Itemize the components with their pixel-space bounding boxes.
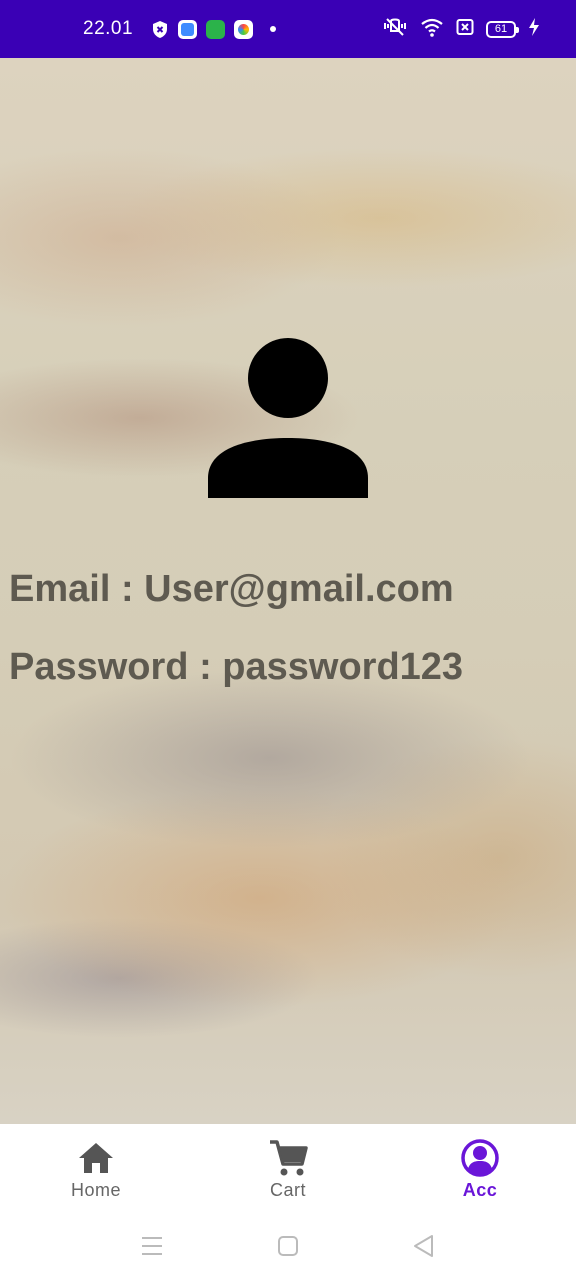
home-square-icon[interactable] (274, 1232, 302, 1260)
account-screen: Email : User@gmail.com Password : passwo… (0, 58, 576, 1124)
wifi-icon (420, 17, 444, 42)
status-time: 22.01 (83, 18, 134, 39)
nav-item-home[interactable]: Home (0, 1124, 192, 1212)
status-left: 22.01 (83, 18, 277, 40)
back-triangle-icon[interactable] (410, 1232, 438, 1260)
green-app-icon (206, 19, 226, 39)
nav-label-cart: Cart (269, 1180, 306, 1200)
system-navigation-bar (0, 1212, 576, 1280)
home-icon (79, 1143, 113, 1173)
person-icon (208, 338, 368, 498)
email-text: Email : User@gmail.com (9, 568, 454, 610)
notification-dot-icon (270, 26, 277, 32)
battery-icon: 61 (486, 20, 519, 38)
status-bar: 22.01 61 (0, 0, 576, 58)
photos-app-icon (234, 19, 254, 39)
nav-item-cart[interactable]: Cart (192, 1124, 384, 1212)
bottom-navigation: Home Cart Acc (0, 1124, 576, 1212)
vibrate-off-icon (382, 17, 408, 42)
cart-icon (270, 1140, 308, 1176)
account-circle-icon (461, 1139, 499, 1177)
nav-item-acc[interactable]: Acc (384, 1124, 576, 1212)
shield-icon (151, 20, 169, 39)
nav-label-acc: Acc (462, 1180, 498, 1200)
sim-x-icon (456, 18, 474, 41)
blue-app-icon (178, 19, 198, 39)
charging-icon (528, 17, 540, 42)
status-right: 61 (382, 17, 540, 42)
menu-icon[interactable] (138, 1232, 166, 1260)
password-text: Password : password123 (9, 646, 464, 688)
nav-label-home: Home (70, 1180, 121, 1200)
